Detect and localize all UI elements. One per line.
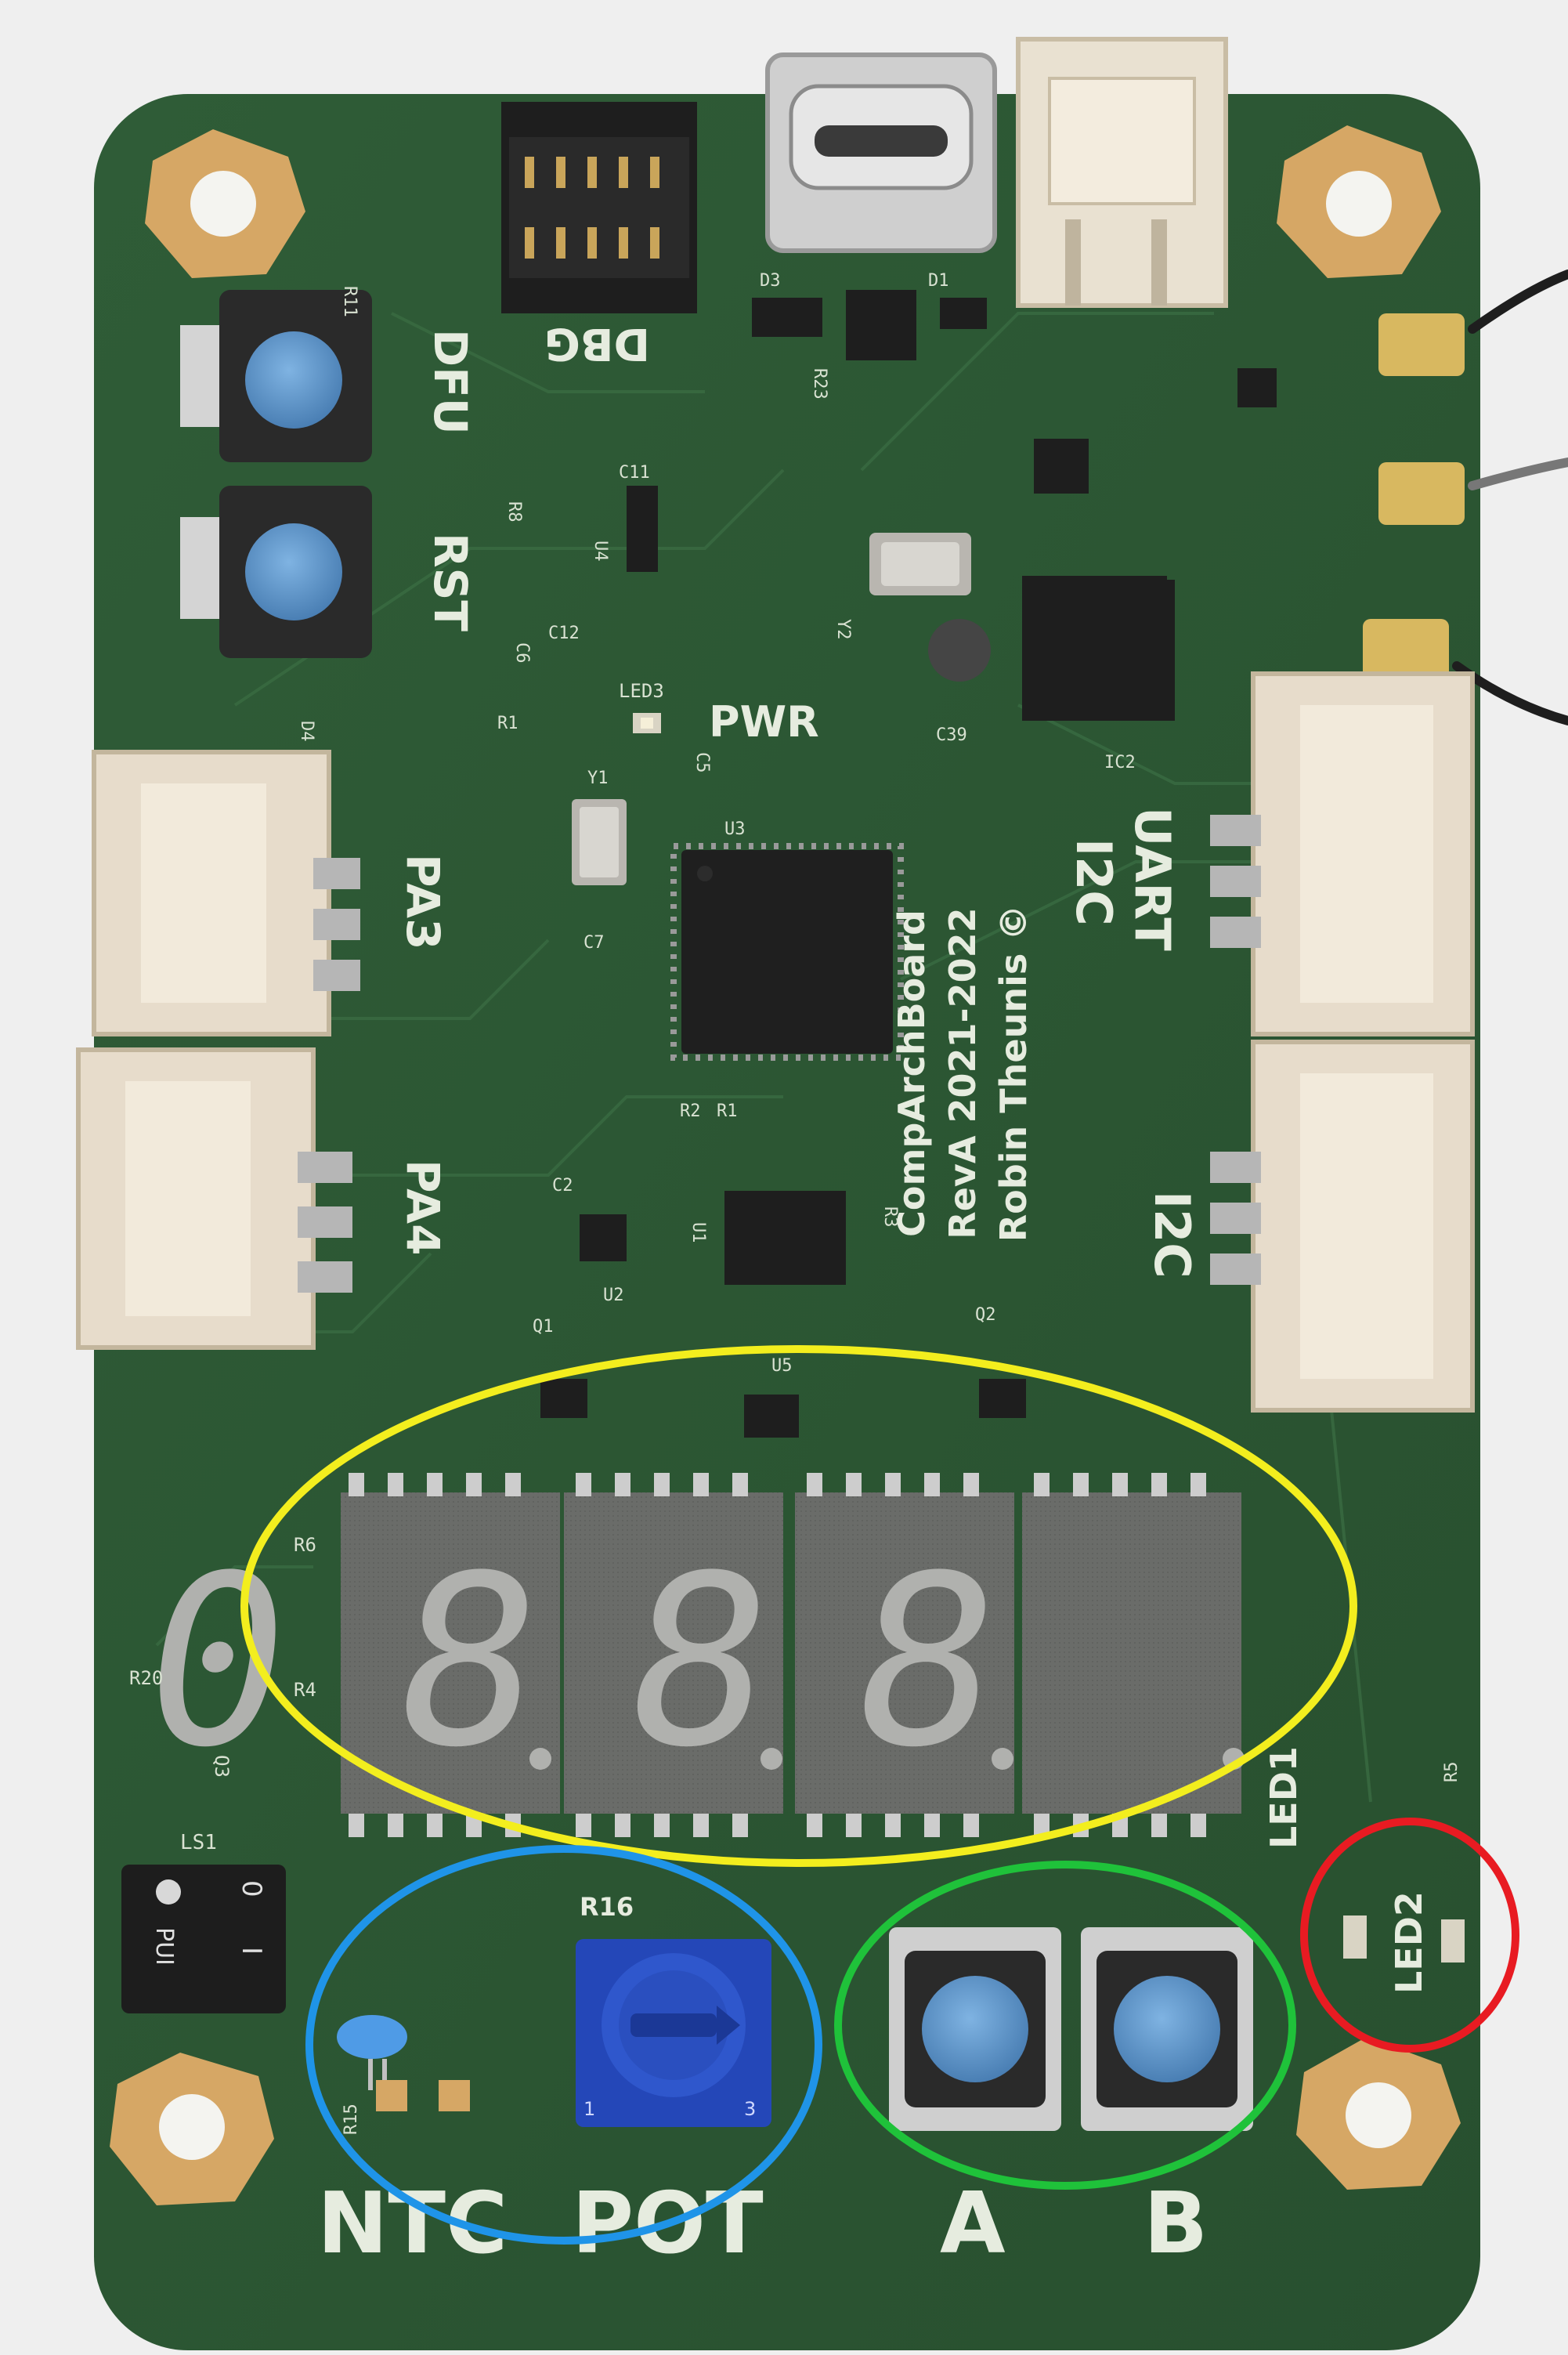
label-uart: UART — [1124, 807, 1181, 951]
ref-led3: LED3 — [619, 680, 664, 702]
potentiometer-r16[interactable] — [576, 1939, 771, 2127]
board-revision: RevA 2021-2022 — [941, 907, 984, 1239]
ref-q1: Q1 — [533, 1317, 554, 1337]
ic2-chip — [1022, 576, 1167, 721]
pot-pin-3: 3 — [744, 2098, 756, 2120]
ref-r6: R6 — [294, 1534, 316, 1556]
ref-r20: R20 — [129, 1667, 163, 1689]
ref-ls1: LS1 — [180, 1831, 217, 1854]
led3-pwr — [633, 713, 661, 733]
pot-pin-1: 1 — [583, 2098, 595, 2120]
ref-r23: R23 — [810, 368, 829, 400]
label-rst: RST — [424, 533, 477, 631]
ref-u1: U1 — [688, 1222, 708, 1243]
ref-r16: R16 — [580, 1892, 634, 1922]
label-a: A — [940, 2175, 1006, 2273]
ref-u5: U5 — [771, 1356, 793, 1376]
ref-r8: R8 — [504, 501, 524, 523]
ref-r1: R1 — [717, 1102, 738, 1121]
ref-c11: C11 — [619, 463, 650, 483]
ref-q3: Q3 — [211, 1755, 233, 1778]
board-name: CompArchBoard — [891, 910, 933, 1237]
label-pa4: PA4 — [396, 1159, 450, 1255]
ref-q2: Q2 — [975, 1305, 996, 1325]
ref-r11: R11 — [340, 286, 359, 317]
label-pwr: PWR — [709, 697, 819, 747]
usb-c-connector — [765, 52, 997, 253]
ref-r2: R2 — [680, 1102, 701, 1121]
pa4-connector — [76, 1047, 352, 1350]
ref-r15: R15 — [341, 2104, 361, 2135]
buzzer-brand: PUI — [150, 1927, 178, 1966]
ref-d4: D4 — [297, 721, 316, 742]
ref-c5: C5 — [692, 752, 712, 773]
battery-connector — [1016, 37, 1228, 308]
ref-r4: R4 — [294, 1679, 316, 1701]
label-led2: LED2 — [1388, 1891, 1430, 1994]
label-pa3: PA3 — [396, 854, 450, 950]
crystal-y1 — [572, 799, 627, 885]
ref-c2: C2 — [552, 1176, 573, 1196]
ref-y2: Y2 — [833, 619, 853, 640]
pcb-photo: DBG DFU R11 RST R8 C11 U4 C12 C6 R1 D3 D… — [0, 0, 1568, 2355]
ref-ic2: IC2 — [1104, 753, 1136, 772]
label-led1: LED1 — [1263, 1746, 1305, 1849]
ref-c7: C7 — [583, 933, 605, 953]
ref-c39: C39 — [936, 725, 967, 745]
label-dfu: DFU — [424, 329, 477, 435]
crystal-y2 — [869, 533, 971, 595]
label-i2c-lower: I2C — [1143, 1191, 1201, 1279]
label-dbg: DBG — [544, 318, 650, 369]
buzzer-text-1: I — [236, 1947, 267, 1955]
label-b: B — [1143, 2175, 1208, 2273]
ref-c12: C12 — [548, 624, 580, 643]
ref-d1: D1 — [928, 271, 949, 291]
ref-u3: U3 — [724, 819, 746, 839]
ref-r5: R5 — [1442, 1762, 1461, 1783]
pa3-connector — [92, 750, 360, 1036]
ref-u4: U4 — [591, 541, 610, 562]
debug-header — [501, 102, 697, 313]
label-ntc: NTC — [317, 2175, 508, 2273]
board-author: Robin Theunis © — [992, 905, 1035, 1242]
label-i2c-upper: I2C — [1065, 838, 1122, 926]
ref-d3: D3 — [760, 271, 781, 291]
button-b[interactable] — [1081, 1927, 1253, 2131]
ref-r1-top: R1 — [497, 714, 518, 733]
ref-c6: C6 — [512, 642, 532, 664]
ref-r3: R3 — [880, 1206, 900, 1228]
mcu-u3 — [670, 843, 904, 1061]
digit-4 — [1022, 1492, 1241, 1814]
button-a[interactable] — [889, 1927, 1061, 2131]
inductor-c39 — [928, 619, 991, 682]
buzzer-text-0: 0 — [236, 1880, 267, 1897]
ref-y1: Y1 — [587, 769, 609, 788]
ref-u2: U2 — [603, 1286, 624, 1305]
